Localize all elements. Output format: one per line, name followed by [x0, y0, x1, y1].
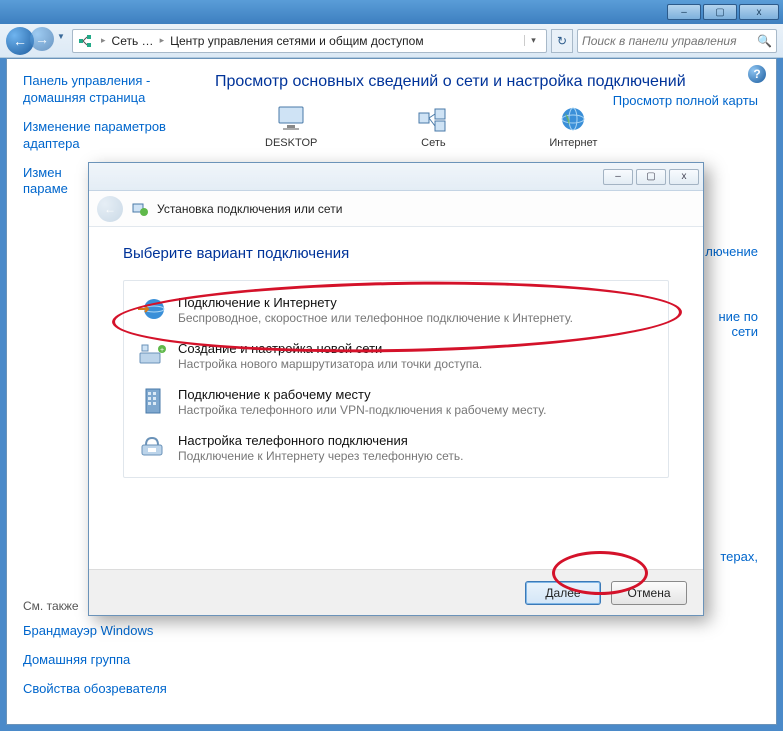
wizard-close-button[interactable]: x [669, 169, 699, 185]
globe-arrow-icon [136, 295, 168, 323]
cancel-button[interactable]: Отмена [611, 581, 687, 605]
monitor-icon [275, 105, 307, 133]
wizard-minimize-button[interactable]: – [603, 169, 633, 185]
view-full-map-link[interactable]: Просмотр полной карты [613, 93, 758, 108]
sidebar-firewall-link[interactable]: Брандмауэр Windows [23, 623, 187, 640]
option-workplace[interactable]: Подключение к рабочему месту Настройка т… [124, 379, 668, 425]
topo-this-pc: DESKTOP [265, 105, 317, 149]
globe-icon [557, 105, 589, 133]
wizard-maximize-button[interactable]: ▢ [636, 169, 666, 185]
setup-connection-wizard: – ▢ x ← Установка подключения или сети В… [88, 162, 704, 616]
svg-text:+: + [160, 347, 164, 354]
nav-buttons: ← → ▼ [6, 27, 68, 55]
topo-label: DESKTOP [265, 137, 317, 149]
option-title: Создание и настройка новой сети [178, 341, 482, 356]
option-desc: Беспроводное, скоростное или телефонное … [178, 311, 573, 325]
partial-link[interactable]: ние по [718, 309, 758, 324]
partial-link[interactable]: лючение [705, 244, 758, 259]
topo-internet: Интернет [549, 105, 597, 149]
close-button[interactable]: x [739, 4, 779, 20]
option-desc: Подключение к Интернету через телефонную… [178, 449, 464, 463]
page-title: Просмотр основных сведений о сети и наст… [215, 73, 758, 91]
option-title: Настройка телефонного подключения [178, 433, 464, 448]
network-topology: DESKTOP Сеть Интернет [215, 105, 758, 149]
wizard-body: Выберите вариант подключения Подключение… [89, 227, 703, 569]
wizard-title: Установка подключения или сети [157, 202, 342, 216]
wizard-heading: Выберите вариант подключения [123, 245, 669, 262]
router-icon: + [136, 341, 168, 369]
sidebar-adapter-settings-link[interactable]: Изменение параметров адаптера [23, 119, 187, 153]
option-desc: Настройка нового маршрутизатора или точк… [178, 357, 482, 371]
option-new-network[interactable]: + Создание и настройка новой сети Настро… [124, 333, 668, 379]
phone-modem-icon [136, 433, 168, 461]
option-desc: Настройка телефонного или VPN-подключени… [178, 403, 546, 417]
search-input[interactable] [582, 34, 757, 48]
sidebar-home-link[interactable]: Панель управления - домашняя страница [23, 73, 187, 107]
wizard-icon [131, 200, 149, 218]
address-bar[interactable]: ▸ Сеть … ▸ Центр управления сетями и общ… [72, 29, 547, 53]
topo-label: Сеть [421, 137, 445, 149]
topo-network: Сеть [417, 105, 449, 149]
breadcrumb-network[interactable]: Сеть … [110, 34, 156, 48]
nav-history-dropdown[interactable]: ▼ [54, 27, 68, 47]
sidebar-homegroup-link[interactable]: Домашняя группа [23, 652, 187, 669]
topo-label: Интернет [549, 137, 597, 149]
nav-forward-button[interactable]: → [30, 27, 54, 51]
partial-link[interactable]: терах, [720, 549, 758, 564]
option-dialup[interactable]: Настройка телефонного подключения Подклю… [124, 425, 668, 471]
wizard-titlebar: – ▢ x [89, 163, 703, 191]
breadcrumb-sep: ▸ [97, 35, 110, 46]
outer-titlebar: – ▢ x [0, 0, 783, 24]
refresh-button[interactable]: ↻ [551, 29, 573, 53]
minimize-button[interactable]: – [667, 4, 701, 20]
network-node-icon [417, 105, 449, 133]
wizard-header: ← Установка подключения или сети [89, 191, 703, 227]
option-title: Подключение к Интернету [178, 295, 573, 310]
breadcrumb-network-center[interactable]: Центр управления сетями и общим доступом [168, 34, 426, 48]
building-icon [136, 387, 168, 415]
search-box[interactable]: 🔍 [577, 29, 777, 53]
option-title: Подключение к рабочему месту [178, 387, 546, 402]
next-button[interactable]: Далее [525, 581, 601, 605]
search-icon: 🔍 [757, 34, 772, 48]
address-dropdown[interactable]: ▾ [524, 35, 542, 46]
navbar: ← → ▼ ▸ Сеть … ▸ Центр управления сетями… [0, 24, 783, 58]
help-icon[interactable]: ? [748, 65, 766, 83]
network-icon [77, 33, 93, 49]
wizard-back-button[interactable]: ← [97, 196, 123, 222]
sidebar-internet-options-link[interactable]: Свойства обозревателя [23, 681, 187, 698]
partial-link[interactable]: сети [731, 324, 758, 339]
connection-options-list: Подключение к Интернету Беспроводное, ск… [123, 280, 669, 478]
wizard-footer: Далее Отмена [89, 569, 703, 615]
breadcrumb-sep: ▸ [156, 35, 169, 46]
option-connect-internet[interactable]: Подключение к Интернету Беспроводное, ск… [124, 287, 668, 333]
maximize-button[interactable]: ▢ [703, 4, 737, 20]
